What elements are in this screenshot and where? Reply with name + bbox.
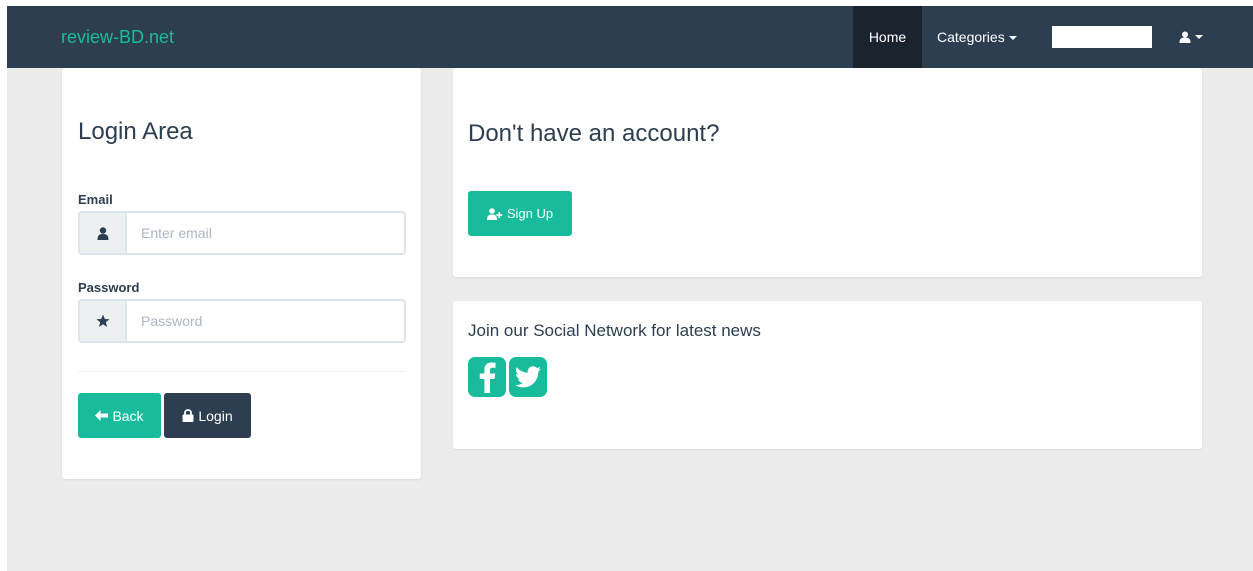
user-icon — [80, 213, 127, 253]
nav-categories-dropdown[interactable]: Categories — [937, 6, 1017, 68]
navbar: review-BD.net Home Categories — [7, 6, 1253, 68]
twitter-icon[interactable] — [509, 357, 547, 397]
social-icons — [468, 357, 547, 397]
facebook-icon[interactable] — [468, 357, 506, 397]
password-label: Password — [78, 280, 140, 295]
user-plus-icon — [486, 207, 503, 220]
caret-down-icon — [1008, 36, 1017, 41]
email-input-group — [78, 211, 406, 255]
page: review-BD.net Home Categories Login Area… — [7, 6, 1253, 571]
nav-home[interactable]: Home — [853, 6, 922, 68]
nav-categories-label: Categories — [937, 29, 1005, 45]
back-button[interactable]: Back — [78, 393, 161, 438]
social-title: Join our Social Network for latest news — [468, 321, 761, 340]
social-panel: Join our Social Network for latest news — [453, 301, 1202, 449]
login-title: Login Area — [78, 118, 193, 145]
email-field[interactable] — [127, 213, 404, 253]
password-field[interactable] — [127, 301, 404, 341]
signup-panel: Don't have an account? Sign Up — [453, 68, 1202, 277]
nav-search-input[interactable] — [1052, 26, 1152, 48]
sign-up-button-label: Sign Up — [506, 206, 554, 221]
login-panel: Login Area Email Password — [62, 68, 421, 479]
form-divider — [78, 371, 406, 372]
password-input-group — [78, 299, 406, 343]
back-button-label: Back — [112, 407, 144, 424]
lock-icon — [182, 409, 194, 422]
user-menu-dropdown[interactable] — [1179, 6, 1203, 68]
sign-up-button[interactable]: Sign Up — [468, 191, 572, 236]
signup-title: Don't have an account? — [468, 120, 720, 147]
email-label: Email — [78, 192, 113, 207]
arrow-left-icon — [95, 410, 109, 421]
login-button-label: Login — [198, 407, 233, 424]
caret-down-icon — [1195, 34, 1203, 39]
login-button[interactable]: Login — [164, 393, 251, 438]
user-icon — [1179, 31, 1191, 43]
brand-link[interactable]: review-BD.net — [61, 6, 174, 68]
star-icon — [80, 301, 127, 341]
